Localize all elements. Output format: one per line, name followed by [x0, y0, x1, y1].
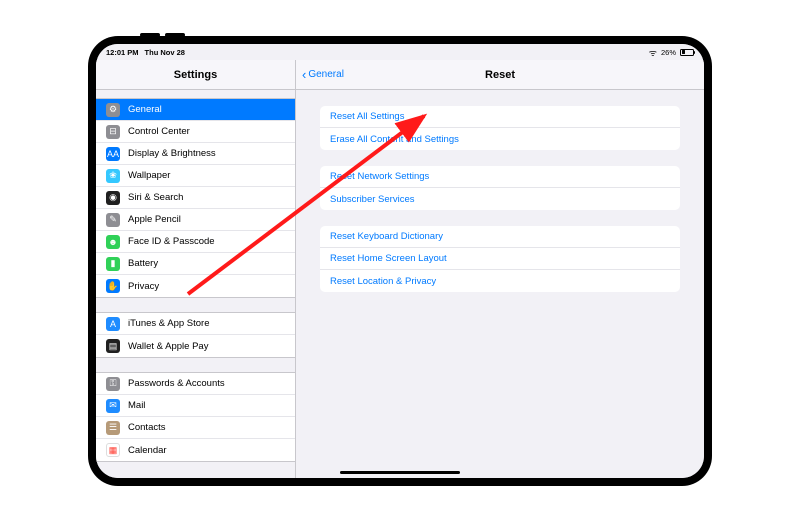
- reset-option-reset-all-settings[interactable]: Reset All Settings: [320, 106, 680, 128]
- siri-icon: ◉: [106, 191, 120, 205]
- sidebar-item-label: Apple Pencil: [128, 214, 181, 225]
- chevron-left-icon: ‹: [302, 68, 306, 81]
- screen: 12:01 PM Thu Nov 28 ᯤ 26% Settings ⚙ Gene…: [96, 44, 704, 478]
- sidebar-item-passwords-accounts[interactable]: ⚿ Passwords & Accounts: [96, 373, 295, 395]
- back-label: General: [308, 69, 344, 80]
- detail-header: ‹ General Reset: [296, 60, 704, 90]
- sidebar-item-siri-search[interactable]: ◉ Siri & Search: [96, 187, 295, 209]
- reset-option-label: Reset Home Screen Layout: [330, 253, 447, 264]
- sliders-icon: ⊟: [106, 125, 120, 139]
- sidebar-item-contacts[interactable]: ☰ Contacts: [96, 417, 295, 439]
- sidebar-item-wallet-apple-pay[interactable]: ▤ Wallet & Apple Pay: [96, 335, 295, 357]
- reset-option-reset-keyboard-dictionary[interactable]: Reset Keyboard Dictionary: [320, 226, 680, 248]
- back-button[interactable]: ‹ General: [302, 68, 344, 81]
- sidebar-item-label: Contacts: [128, 422, 166, 433]
- sidebar-title: Settings: [174, 69, 217, 81]
- detail-group: Reset Keyboard Dictionary Reset Home Scre…: [320, 226, 680, 292]
- calendar-icon: ▦: [106, 443, 120, 457]
- detail-group: Reset Network Settings Subscriber Service…: [320, 166, 680, 210]
- split-view: Settings ⚙ General ⊟ Control Center AA Displa…: [96, 60, 704, 478]
- reset-option-label: Reset All Settings: [330, 111, 404, 122]
- reset-option-reset-home-screen-layout[interactable]: Reset Home Screen Layout: [320, 248, 680, 270]
- reset-option-label: Erase All Content and Settings: [330, 134, 459, 145]
- detail-title: Reset: [485, 69, 515, 81]
- appstore-icon: A: [106, 317, 120, 331]
- reset-option-label: Reset Keyboard Dictionary: [330, 231, 443, 242]
- sidebar-item-mail[interactable]: ✉ Mail: [96, 395, 295, 417]
- reset-option-label: Reset Network Settings: [330, 171, 429, 182]
- battery-icon: ▮: [106, 257, 120, 271]
- sidebar-item-privacy[interactable]: ✋ Privacy: [96, 275, 295, 297]
- gear-icon: ⚙: [106, 103, 120, 117]
- sidebar-header: Settings: [96, 60, 295, 90]
- sidebar-item-display-brightness[interactable]: AA Display & Brightness: [96, 143, 295, 165]
- sidebar-item-label: Wallet & Apple Pay: [128, 341, 208, 352]
- display-icon: AA: [106, 147, 120, 161]
- privacy-icon: ✋: [106, 279, 120, 293]
- sidebar-item-label: Wallpaper: [128, 170, 170, 181]
- pencil-icon: ✎: [106, 213, 120, 227]
- battery-icon: [680, 49, 694, 56]
- settings-sidebar: Settings ⚙ General ⊟ Control Center AA Displa…: [96, 60, 296, 478]
- wallpaper-icon: ❀: [106, 169, 120, 183]
- sidebar-item-label: Face ID & Passcode: [128, 236, 215, 247]
- reset-option-label: Subscriber Services: [330, 194, 414, 205]
- sidebar-item-label: Display & Brightness: [128, 148, 216, 159]
- sidebar-item-wallpaper[interactable]: ❀ Wallpaper: [96, 165, 295, 187]
- sidebar-item-label: Siri & Search: [128, 192, 183, 203]
- sidebar-item-itunes-app-store[interactable]: AiTunes & App Store: [96, 313, 295, 335]
- sidebar-item-label: Calendar: [128, 445, 167, 456]
- sidebar-item-label: Mail: [128, 400, 145, 411]
- sidebar-group: ⚙ General ⊟ Control Center AA Display & Brigh…: [96, 98, 295, 298]
- faceid-icon: ☻: [106, 235, 120, 249]
- reset-option-erase-all-content-and-settings[interactable]: Erase All Content and Settings: [320, 128, 680, 150]
- wallet-icon: ▤: [106, 339, 120, 353]
- sidebar-group: ⚿ Passwords & Accounts ✉ Mail ☰ Contacts ▦ Cale…: [96, 372, 295, 462]
- status-time: 12:01 PM: [106, 48, 139, 57]
- sidebar-item-apple-pencil[interactable]: ✎ Apple Pencil: [96, 209, 295, 231]
- status-date: Thu Nov 28: [145, 48, 185, 57]
- contacts-icon: ☰: [106, 421, 120, 435]
- sidebar-item-label: General: [128, 104, 162, 115]
- sidebar-item-label: Passwords & Accounts: [128, 378, 225, 389]
- sidebar-item-calendar[interactable]: ▦ Calendar: [96, 439, 295, 461]
- reset-option-reset-network-settings[interactable]: Reset Network Settings: [320, 166, 680, 188]
- battery-pct: 26%: [661, 48, 676, 57]
- sidebar-item-label: Control Center: [128, 126, 190, 137]
- reset-option-subscriber-services[interactable]: Subscriber Services: [320, 188, 680, 210]
- sidebar-item-control-center[interactable]: ⊟ Control Center: [96, 121, 295, 143]
- sidebar-item-face-id-passcode[interactable]: ☻ Face ID & Passcode: [96, 231, 295, 253]
- sidebar-item-general[interactable]: ⚙ General: [96, 99, 295, 121]
- mail-icon: ✉: [106, 399, 120, 413]
- sidebar-item-battery[interactable]: ▮ Battery: [96, 253, 295, 275]
- sidebar-item-label: Battery: [128, 258, 158, 269]
- device-frame: 12:01 PM Thu Nov 28 ᯤ 26% Settings ⚙ Gene…: [88, 36, 712, 486]
- detail-panel: ‹ General Reset Reset All Settings Erase …: [296, 60, 704, 478]
- wifi-icon: ᯤ: [649, 46, 657, 59]
- key-icon: ⚿: [106, 377, 120, 391]
- home-indicator[interactable]: [340, 471, 460, 474]
- reset-option-reset-location-privacy[interactable]: Reset Location & Privacy: [320, 270, 680, 292]
- sidebar-item-label: Privacy: [128, 281, 159, 292]
- detail-group: Reset All Settings Erase All Content and …: [320, 106, 680, 150]
- reset-option-label: Reset Location & Privacy: [330, 276, 436, 287]
- status-bar: 12:01 PM Thu Nov 28 ᯤ 26%: [96, 44, 704, 60]
- sidebar-group: AiTunes & App Store ▤ Wallet & Apple Pay: [96, 312, 295, 358]
- sidebar-item-label: iTunes & App Store: [128, 318, 210, 329]
